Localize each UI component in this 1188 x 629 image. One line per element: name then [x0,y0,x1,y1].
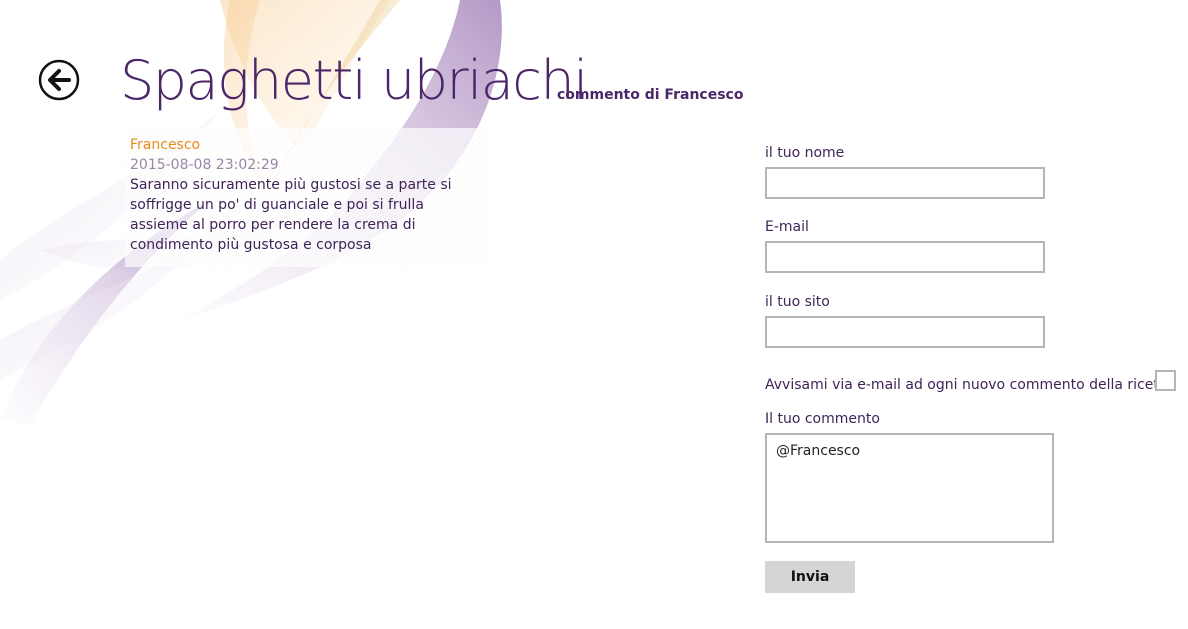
site-label: il tuo sito [765,294,830,310]
comment-textarea[interactable]: @Francesco [765,433,1054,543]
site-input[interactable] [765,316,1045,348]
submit-button[interactable]: Invia [765,561,855,593]
comment-label: Il tuo commento [765,411,880,427]
email-input[interactable] [765,241,1045,273]
page-title: Spaghetti ubriachi [120,49,588,112]
back-button[interactable] [38,59,80,101]
email-label: E-mail [765,219,809,235]
back-arrow-icon [38,59,80,101]
name-label: il tuo nome [765,145,845,161]
name-input[interactable] [765,167,1045,199]
comment-date: 2015-08-08 23:02:29 [130,157,279,173]
comment-card: Francesco 2015-08-08 23:02:29 Saranno si… [125,128,485,267]
notify-label: Avvisami via e-mail ad ogni nuovo commen… [765,377,1173,393]
comment-text: Saranno sicuramente più gustosi se a par… [130,177,452,253]
notify-checkbox[interactable] [1155,370,1176,391]
comment-author: Francesco [130,137,201,153]
page-subtitle: commento di Francesco [557,87,744,103]
